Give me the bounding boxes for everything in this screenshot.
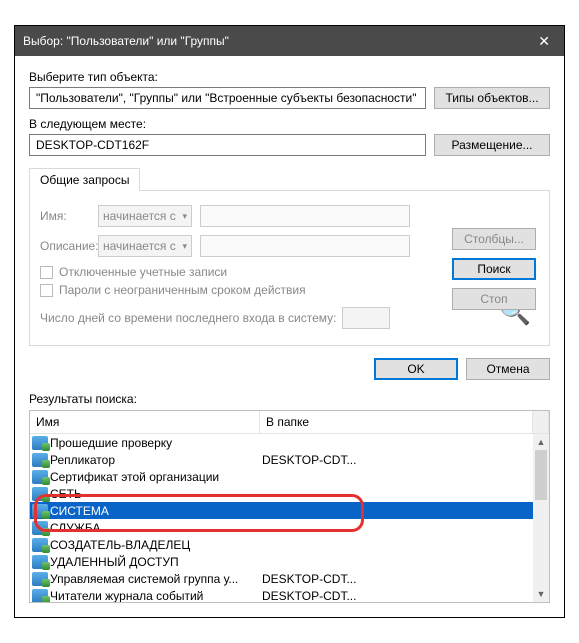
col-folder[interactable]: В папке (260, 411, 533, 433)
disabled-accounts-checkbox[interactable] (40, 266, 53, 279)
result-row[interactable]: Управляемая системой группа у...DESKTOP-… (30, 570, 549, 587)
row-name: Читатели журнала событий (50, 589, 262, 603)
ok-button[interactable]: OK (374, 358, 458, 380)
chevron-down-icon: ▾ (182, 211, 187, 222)
desc-filter-input[interactable] (200, 235, 410, 257)
close-icon[interactable]: ✕ (532, 33, 556, 50)
result-row[interactable]: Сертификат этой организации (30, 468, 549, 485)
col-spacer (533, 411, 549, 433)
result-row[interactable]: СИСТЕМА (30, 502, 549, 519)
row-name: СОЗДАТЕЛЬ-ВЛАДЕЛЕЦ (50, 538, 262, 552)
group-icon (32, 453, 48, 467)
locations-button[interactable]: Размещение... (434, 134, 550, 156)
result-row[interactable]: СЕТЬ (30, 485, 549, 502)
last-logon-label: Число дней со времени последнего входа в… (40, 311, 336, 325)
row-folder: DESKTOP-CDT... (262, 572, 549, 586)
group-icon (32, 538, 48, 552)
result-row[interactable]: РепликаторDESKTOP-CDT... (30, 451, 549, 468)
row-name: СИСТЕМА (50, 504, 262, 518)
group-icon (32, 555, 48, 569)
row-folder: DESKTOP-CDT... (262, 453, 549, 467)
name-op-select[interactable]: начинается с▾ (98, 205, 192, 227)
name-filter-input[interactable] (200, 205, 410, 227)
scroll-down-icon[interactable]: ▼ (533, 586, 549, 602)
row-name: Прошедшие проверку (50, 436, 262, 450)
location-label: В следующем месте: (29, 117, 550, 131)
group-icon (32, 521, 48, 535)
result-row[interactable]: СЛУЖБА (30, 519, 549, 536)
group-icon (32, 589, 48, 603)
desc-op-select[interactable]: начинается с▾ (98, 235, 192, 257)
tab-common-queries[interactable]: Общие запросы (29, 168, 140, 191)
scroll-thumb[interactable] (535, 450, 547, 500)
nonexp-passwords-label: Пароли с неограниченным сроком действия (59, 283, 306, 297)
result-row[interactable]: Прошедшие проверку (30, 434, 549, 451)
nonexp-passwords-checkbox[interactable] (40, 284, 53, 297)
last-logon-spinner[interactable] (342, 307, 390, 329)
group-icon (32, 487, 48, 501)
dialog-select-users-groups: Выбор: "Пользователи" или "Группы" ✕ Выб… (14, 25, 565, 618)
result-row[interactable]: СОЗДАТЕЛЬ-ВЛАДЕЛЕЦ (30, 536, 549, 553)
desc-filter-label: Описание: (40, 239, 98, 253)
row-name: Сертификат этой организации (50, 470, 262, 484)
row-name: СЕТЬ (50, 487, 262, 501)
object-types-button[interactable]: Типы объектов... (434, 87, 550, 109)
row-folder: DESKTOP-CDT... (262, 589, 549, 603)
cancel-button[interactable]: Отмена (466, 358, 550, 380)
object-type-label: Выберите тип объекта: (29, 70, 550, 84)
row-name: Репликатор (50, 453, 262, 467)
group-icon (32, 470, 48, 484)
row-name: Управляемая системой группа у... (50, 572, 262, 586)
search-results-label: Результаты поиска: (29, 392, 550, 406)
chevron-down-icon: ▾ (182, 241, 187, 252)
group-icon (32, 572, 48, 586)
group-icon (32, 504, 48, 518)
row-name: УДАЛЕННЫЙ ДОСТУП (50, 555, 262, 569)
result-row[interactable]: Читатели журнала событийDESKTOP-CDT... (30, 587, 549, 602)
scroll-up-icon[interactable]: ▲ (533, 434, 549, 450)
disabled-accounts-label: Отключенные учетные записи (59, 265, 227, 279)
name-filter-label: Имя: (40, 209, 98, 223)
row-name: СЛУЖБА (50, 521, 262, 535)
columns-button[interactable]: Столбцы... (452, 228, 536, 250)
col-name[interactable]: Имя (30, 411, 260, 433)
titlebar: Выбор: "Пользователи" или "Группы" ✕ (15, 26, 564, 56)
scrollbar[interactable]: ▲ ▼ (533, 434, 549, 602)
location-field: DESKTOP-CDT162F (29, 134, 426, 156)
find-now-button[interactable]: Поиск (452, 258, 536, 280)
stop-button[interactable]: Стоп (452, 288, 536, 310)
result-row[interactable]: УДАЛЕННЫЙ ДОСТУП (30, 553, 549, 570)
dialog-title: Выбор: "Пользователи" или "Группы" (23, 34, 532, 48)
group-icon (32, 436, 48, 450)
object-type-field: "Пользователи", "Группы" или "Встроенные… (29, 87, 426, 109)
results-grid: Имя В папке Прошедшие проверкуРепликатор… (29, 410, 550, 603)
